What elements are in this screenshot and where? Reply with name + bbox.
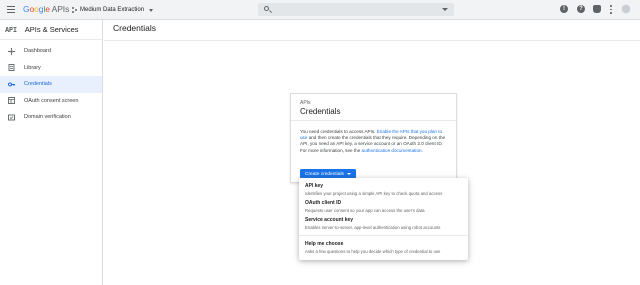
sidebar-title[interactable]: APIs & Services bbox=[25, 25, 79, 34]
avatar[interactable] bbox=[621, 4, 631, 14]
card-text: You need credentials to access APIs. bbox=[300, 129, 377, 134]
menu-icon[interactable] bbox=[7, 6, 15, 13]
google-apis-logo[interactable]: Google APIs bbox=[23, 4, 69, 14]
chevron-down-icon bbox=[346, 173, 351, 175]
top-bar: Google APIs Medium Data Extraction ! ? bbox=[0, 0, 640, 20]
sidebar-nav: Dashboard Library Credentials OAuth cons… bbox=[0, 43, 102, 126]
menu-item-help-me-choose[interactable]: Help me choose Asks a few questions to h… bbox=[305, 241, 440, 254]
authentication-docs-link[interactable]: authentication documentation bbox=[362, 148, 422, 153]
key-icon bbox=[8, 81, 15, 88]
menu-item-desc: Requests user consent so your app can ac… bbox=[305, 207, 425, 213]
card-description: You need credentials to access APIs. Ena… bbox=[300, 129, 448, 154]
logo-apis-text: APIs bbox=[51, 4, 70, 14]
divider bbox=[291, 120, 456, 121]
notifications-icon[interactable] bbox=[593, 5, 601, 13]
menu-item-api-key[interactable]: API key Identifies your project using a … bbox=[305, 183, 442, 196]
credentials-card: APIs Credentials You need credentials to… bbox=[290, 93, 457, 183]
search-icon bbox=[264, 6, 269, 11]
dashboard-icon bbox=[8, 47, 15, 55]
menu-item-title: Help me choose bbox=[305, 241, 344, 247]
sidebar-header: API APIs & Services bbox=[0, 20, 102, 40]
help-icon[interactable]: ? bbox=[577, 5, 585, 13]
menu-item-desc: Asks a few questions to help you decide … bbox=[305, 248, 441, 254]
sidebar-item-oauth-consent[interactable]: OAuth consent screen bbox=[0, 93, 102, 110]
search-input[interactable] bbox=[258, 3, 454, 16]
library-icon bbox=[8, 64, 15, 72]
project-selector[interactable]: Medium Data Extraction bbox=[72, 4, 154, 16]
card-title: Credentials bbox=[300, 107, 341, 116]
divider bbox=[299, 235, 468, 236]
sidebar-item-credentials[interactable]: Credentials bbox=[0, 76, 102, 93]
chevron-down-icon[interactable] bbox=[442, 8, 448, 11]
sidebar-item-label: OAuth consent screen bbox=[24, 97, 79, 104]
project-icon bbox=[72, 7, 77, 13]
sidebar-item-library[interactable]: Library bbox=[0, 60, 102, 77]
button-label: Create credentials bbox=[305, 171, 344, 177]
sidebar: API APIs & Services Dashboard Library Cr… bbox=[0, 20, 103, 285]
sidebar-item-label: Domain verification bbox=[24, 114, 71, 121]
domain-icon bbox=[8, 114, 15, 121]
menu-item-title: OAuth client ID bbox=[305, 200, 342, 206]
consent-icon bbox=[8, 97, 15, 105]
menu-item-title: API key bbox=[305, 183, 324, 189]
page-title: Credentials bbox=[113, 23, 156, 33]
menu-item-desc: Identifies your project using a simple A… bbox=[305, 190, 443, 196]
sidebar-item-label: Credentials bbox=[24, 81, 52, 88]
card-kicker: APIs bbox=[300, 100, 311, 106]
menu-item-oauth-client-id[interactable]: OAuth client ID Requests user consent so… bbox=[305, 200, 425, 213]
sidebar-item-label: Dashboard bbox=[24, 48, 51, 55]
api-logo-icon: API bbox=[5, 25, 17, 34]
menu-item-service-account-key[interactable]: Service account key Enables server-to-se… bbox=[305, 217, 440, 230]
menu-item-title: Service account key bbox=[305, 217, 354, 223]
project-name: Medium Data Extraction bbox=[80, 7, 145, 13]
sidebar-item-dashboard[interactable]: Dashboard bbox=[0, 43, 102, 60]
sidebar-item-label: Library bbox=[24, 64, 41, 71]
sidebar-item-domain-verification[interactable]: Domain verification bbox=[0, 109, 102, 126]
divider bbox=[104, 40, 640, 41]
chevron-down-icon bbox=[149, 8, 154, 12]
create-credentials-menu: API key Identifies your project using a … bbox=[299, 178, 468, 260]
menu-item-desc: Enables server-to-server, app-level auth… bbox=[305, 224, 441, 230]
card-text: . bbox=[421, 147, 423, 153]
more-options-icon[interactable] bbox=[610, 5, 612, 14]
support-icon[interactable]: ! bbox=[560, 5, 568, 13]
